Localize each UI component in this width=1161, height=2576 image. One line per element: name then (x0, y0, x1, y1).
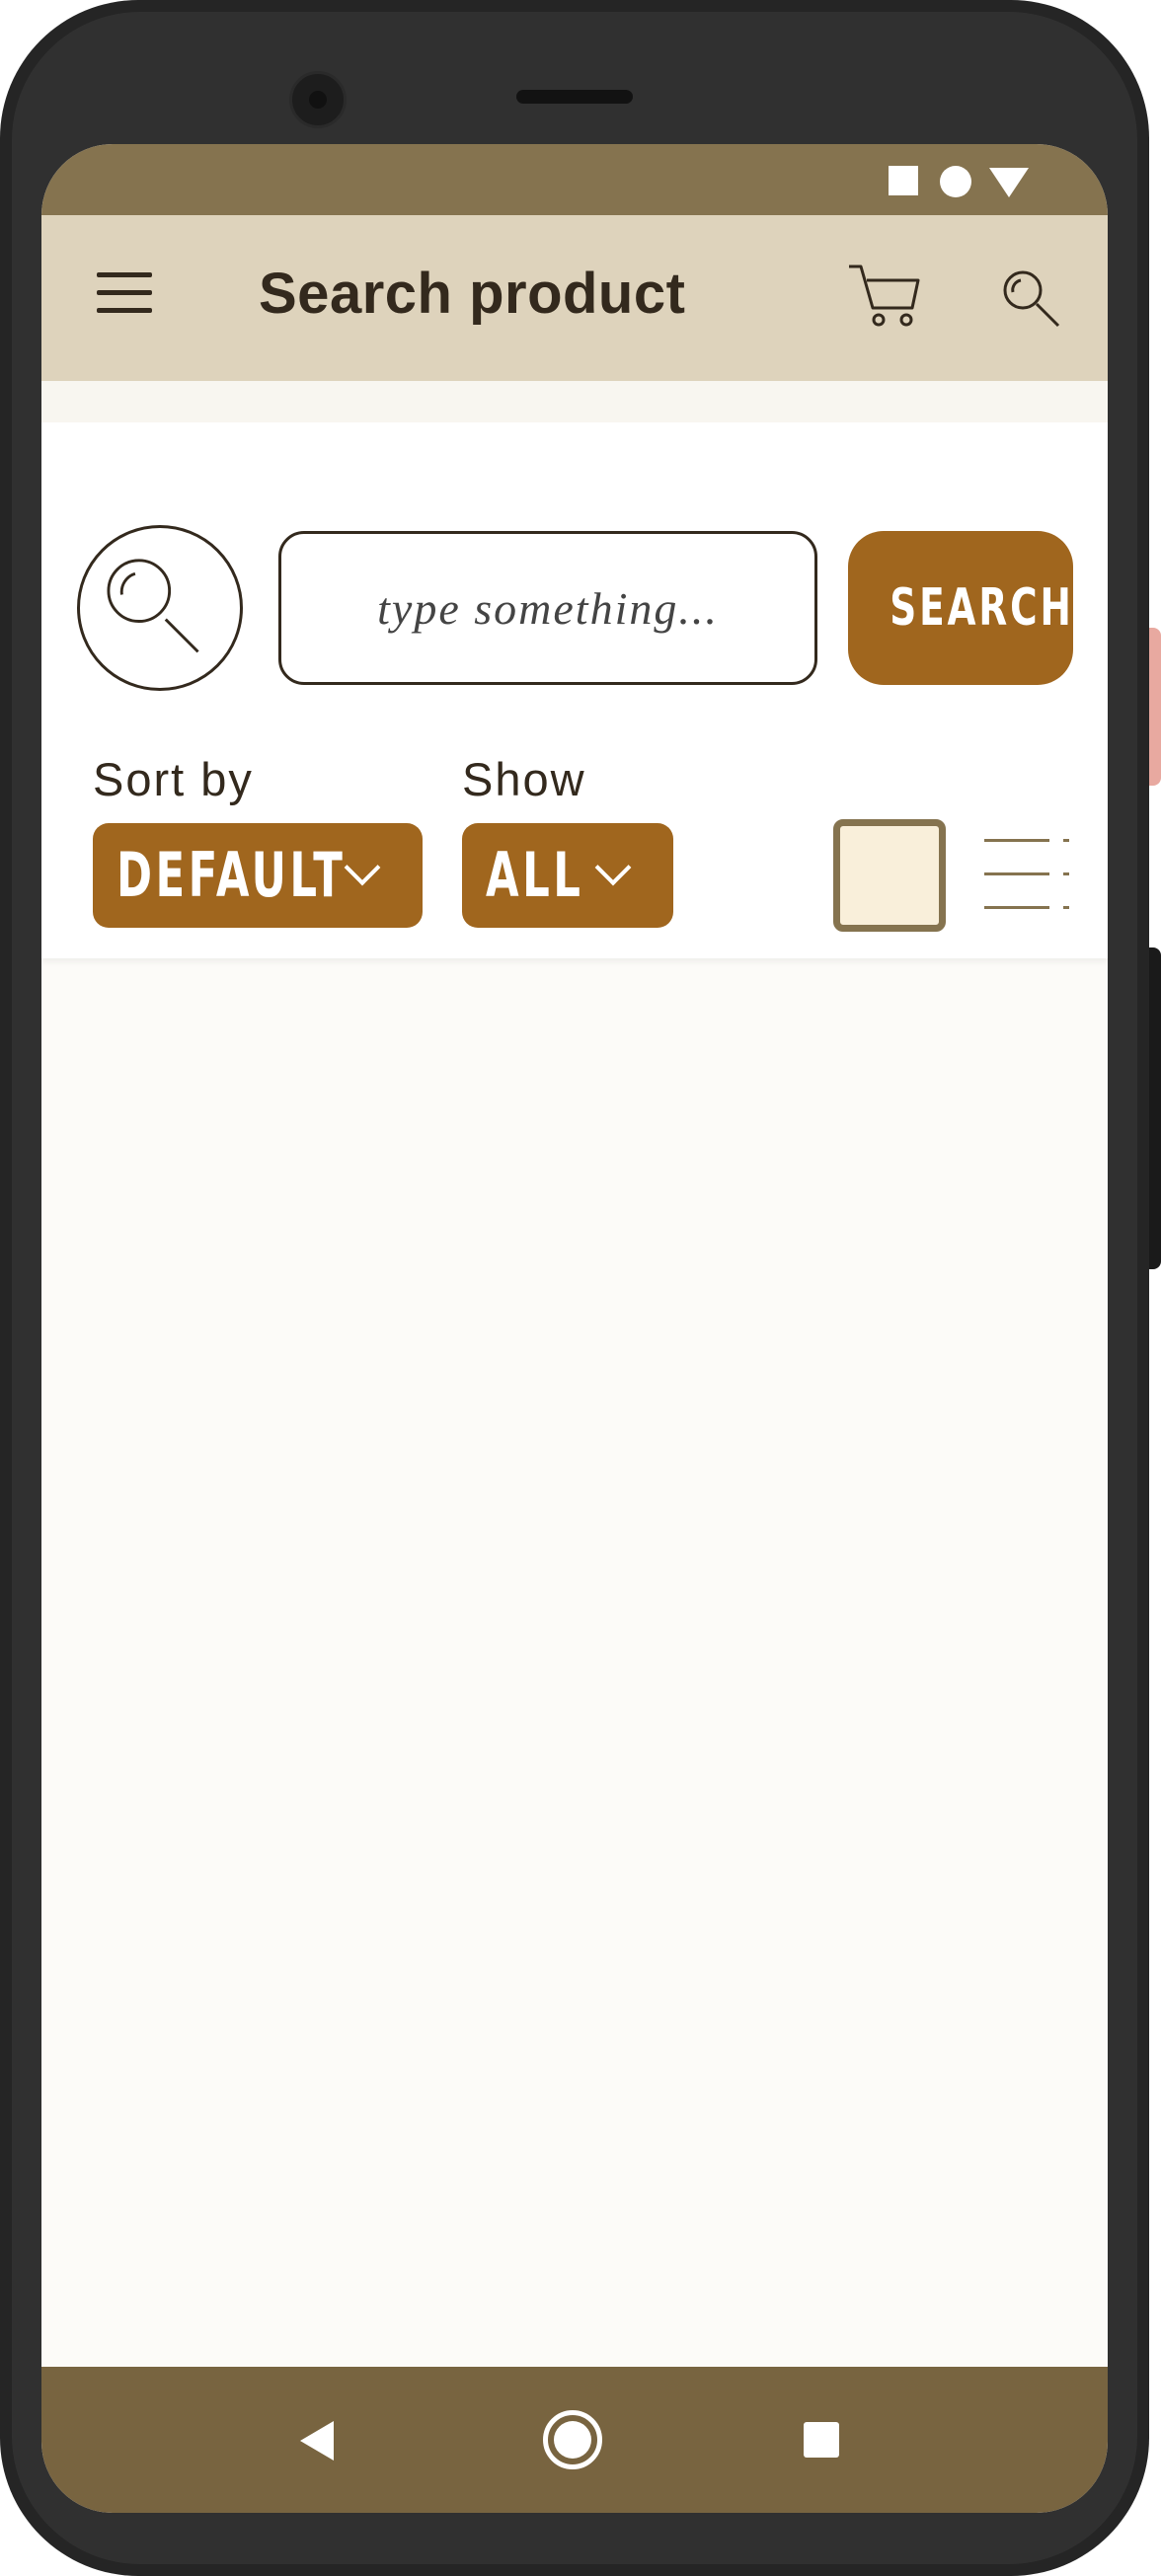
sort-selected-value: DEFAULT (116, 839, 347, 911)
chevron-down-icon (344, 849, 381, 886)
hamburger-menu-icon[interactable] (97, 272, 152, 314)
show-dropdown[interactable]: ALL (462, 823, 673, 928)
recent-apps-icon[interactable] (804, 2422, 839, 2458)
search-button-label: SEARCH (890, 578, 1074, 638)
status-square-icon (889, 166, 918, 195)
page-title: Search product (259, 262, 686, 326)
sort-by-label: Sort by (93, 753, 254, 805)
status-triangle-icon (989, 168, 1029, 197)
back-icon[interactable] (300, 2421, 334, 2461)
list-view-icon[interactable] (984, 839, 1073, 918)
screen: Search product SEARCH Sort by Show DEFAU… (41, 144, 1108, 2513)
status-circle-icon (940, 166, 971, 197)
search-button[interactable]: SEARCH (848, 531, 1073, 685)
volume-button (1149, 947, 1161, 1269)
app-bar: Search product (41, 215, 1108, 381)
navigation-bar (41, 2367, 1108, 2513)
search-icon[interactable] (1001, 268, 1062, 330)
show-label: Show (462, 753, 586, 805)
status-bar (41, 144, 1108, 215)
magnifier-icon[interactable] (77, 525, 243, 691)
divider-strip (41, 381, 1108, 422)
front-camera (289, 71, 347, 128)
home-icon[interactable] (543, 2410, 602, 2469)
search-panel: SEARCH Sort by Show DEFAULT ALL (41, 422, 1108, 958)
chevron-down-icon (594, 849, 632, 886)
earpiece-speaker (516, 90, 633, 104)
shopping-cart-icon[interactable] (847, 261, 922, 332)
power-button (1149, 628, 1161, 786)
sort-dropdown[interactable]: DEFAULT (93, 823, 423, 928)
show-selected-value: ALL (486, 839, 584, 911)
grid-view-toggle[interactable] (833, 819, 946, 932)
search-input[interactable] (278, 531, 817, 685)
